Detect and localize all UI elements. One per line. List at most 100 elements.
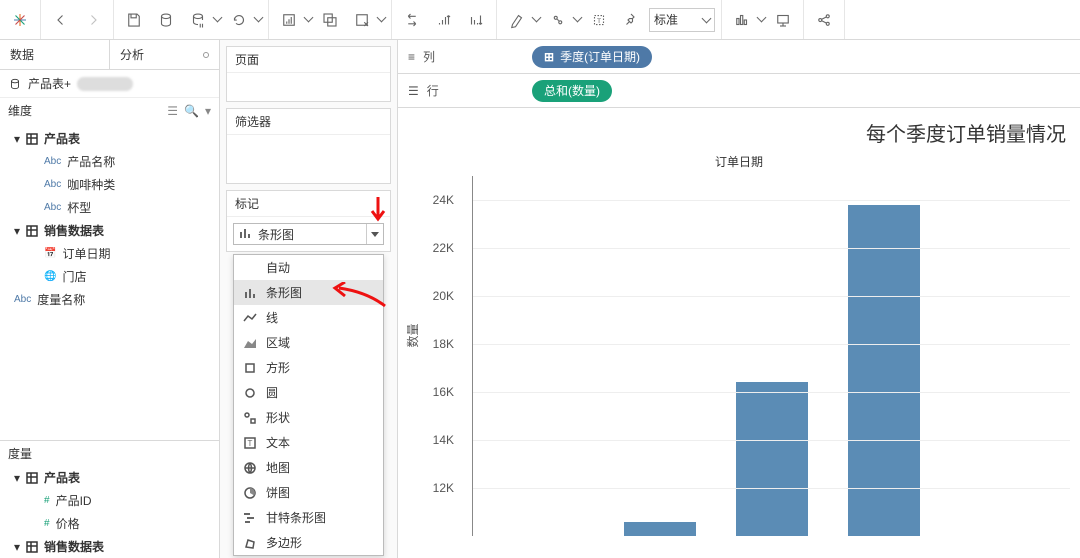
table-icon — [26, 472, 38, 484]
menu-icon[interactable]: ▾ — [205, 104, 211, 118]
table-label: 销售数据表 — [44, 222, 104, 239]
option-label: 形状 — [266, 409, 290, 426]
chart-view[interactable]: 每个季度订单销量情况 订单日期 数量 12K14K16K18K20K22K24K — [398, 108, 1080, 558]
marks-option-circle[interactable]: 圆 — [234, 380, 383, 405]
columns-pill[interactable]: ⊞季度(订单日期) — [532, 46, 652, 68]
table-label: 产品表 — [44, 130, 80, 147]
marks-option-area[interactable]: 区域 — [234, 330, 383, 355]
field-row[interactable]: #价格 — [0, 512, 219, 535]
rows-shelf[interactable]: ☰行 总和(数量) — [398, 74, 1080, 108]
sort-desc-button[interactable] — [462, 6, 490, 34]
duplicate-sheet-button[interactable] — [316, 6, 344, 34]
forward-button[interactable] — [79, 6, 107, 34]
tab-data[interactable]: 数据 — [0, 40, 109, 69]
chevron-down-icon[interactable] — [573, 13, 583, 23]
option-label: 自动 — [266, 259, 290, 276]
highlight-button[interactable] — [503, 6, 531, 34]
pin-button[interactable] — [617, 6, 645, 34]
rows-pill[interactable]: 总和(数量) — [532, 80, 612, 102]
marks-option-bar[interactable]: 条形图 — [234, 280, 383, 305]
field-row[interactable]: 🌐门店 — [0, 265, 219, 288]
field-row[interactable]: Abc 杯型 — [0, 196, 219, 219]
svg-text:T: T — [248, 439, 253, 448]
y-axis-label: 数量 — [404, 323, 421, 347]
fit-dropdown[interactable]: 标准 — [649, 8, 715, 32]
y-tick: 12K — [433, 481, 454, 495]
option-label: 圆 — [266, 384, 278, 401]
line-icon — [242, 311, 258, 325]
clear-sheet-button[interactable] — [348, 6, 376, 34]
chevron-down-icon[interactable] — [304, 13, 314, 23]
group-button[interactable] — [544, 6, 572, 34]
data-source-more — [77, 77, 133, 91]
share-button[interactable] — [810, 6, 838, 34]
marks-option-gantt[interactable]: 甘特条形图 — [234, 505, 383, 530]
pages-card: 页面 — [226, 46, 391, 102]
marks-option-square[interactable]: 方形 — [234, 355, 383, 380]
field-row[interactable]: Abc咖啡种类 — [0, 173, 219, 196]
save-button[interactable] — [120, 6, 148, 34]
show-me-button[interactable] — [728, 6, 756, 34]
marks-option-auto[interactable]: 自动 — [234, 255, 383, 280]
table-row[interactable]: ▾产品表 — [0, 127, 219, 150]
chevron-down-icon[interactable] — [213, 13, 223, 23]
marks-option-text[interactable]: T文本 — [234, 430, 383, 455]
marks-option-shape[interactable]: 形状 — [234, 405, 383, 430]
show-labels-button[interactable]: T — [585, 6, 613, 34]
table-row[interactable]: ▾产品表 — [0, 466, 219, 489]
field-row[interactable]: 📅订单日期 — [0, 242, 219, 265]
marks-option-pie[interactable]: 饼图 — [234, 480, 383, 505]
square-icon — [242, 361, 258, 375]
logo-icon[interactable] — [6, 6, 34, 34]
option-label: 方形 — [266, 359, 290, 376]
back-button[interactable] — [47, 6, 75, 34]
chevron-down-icon[interactable] — [757, 13, 767, 23]
columns-shelf[interactable]: ≡列 ⊞季度(订单日期) — [398, 40, 1080, 74]
top-toolbar: T 标准 — [0, 0, 1080, 40]
table-icon — [26, 133, 38, 145]
marks-type-dropdown[interactable]: 条形图 — [233, 223, 384, 245]
tab-analysis[interactable]: 分析 — [109, 40, 219, 69]
sort-asc-button[interactable] — [430, 6, 458, 34]
chevron-down-icon[interactable] — [377, 13, 387, 23]
field-row[interactable]: Abc度量名称 — [0, 288, 219, 311]
field-label: 价格 — [56, 515, 80, 532]
field-label: 产品ID — [56, 492, 92, 509]
pages-drop-area[interactable] — [227, 73, 390, 101]
bar[interactable] — [848, 205, 920, 536]
data-pane: 数据 分析 产品表+ 维度 ☰ 🔍 ▾ ▾产品表 Abc产品名称 Abc咖啡种类… — [0, 40, 220, 558]
field-row[interactable]: #产品ID — [0, 489, 219, 512]
filters-drop-area[interactable] — [227, 135, 390, 183]
presentation-button[interactable] — [769, 6, 797, 34]
bar[interactable] — [736, 382, 808, 536]
chevron-down-icon[interactable] — [254, 13, 264, 23]
refresh-button[interactable] — [225, 6, 253, 34]
table-row[interactable]: ▾销售数据表 — [0, 535, 219, 558]
filters-card-label: 筛选器 — [235, 115, 271, 129]
pause-data-button[interactable] — [184, 6, 212, 34]
marks-option-map[interactable]: 地图 — [234, 455, 383, 480]
field-label: 咖啡种类 — [67, 176, 115, 193]
marks-card: 标记 条形图 自动 条形图 — [226, 190, 391, 252]
y-tick: 22K — [433, 241, 454, 255]
field-row[interactable]: Abc产品名称 — [0, 150, 219, 173]
option-label: 饼图 — [266, 484, 290, 501]
marks-option-line[interactable]: 线 — [234, 305, 383, 330]
view-as-list-icon[interactable]: ☰ — [167, 104, 178, 118]
marks-option-polygon[interactable]: 多边形 — [234, 530, 383, 555]
swap-button[interactable] — [398, 6, 426, 34]
type-icon: Abc — [44, 202, 61, 213]
new-worksheet-button[interactable] — [275, 6, 303, 34]
tab-data-label: 数据 — [10, 46, 34, 63]
data-source-row[interactable]: 产品表+ — [0, 70, 219, 98]
field-label: 杯型 — [67, 199, 91, 216]
search-icon[interactable]: 🔍 — [184, 104, 199, 118]
option-label: 线 — [266, 309, 278, 326]
table-row[interactable]: ▾销售数据表 — [0, 219, 219, 242]
chevron-down-icon[interactable] — [532, 13, 542, 23]
dimensions-list: ▾产品表 Abc产品名称 Abc咖啡种类 Abc杯型 ▾销售数据表 📅订单日期 … — [0, 123, 219, 315]
dimensions-label: 维度 — [8, 102, 32, 119]
new-data-source-button[interactable] — [152, 6, 180, 34]
tab-analysis-label: 分析 — [120, 46, 144, 63]
bar[interactable] — [624, 522, 696, 536]
